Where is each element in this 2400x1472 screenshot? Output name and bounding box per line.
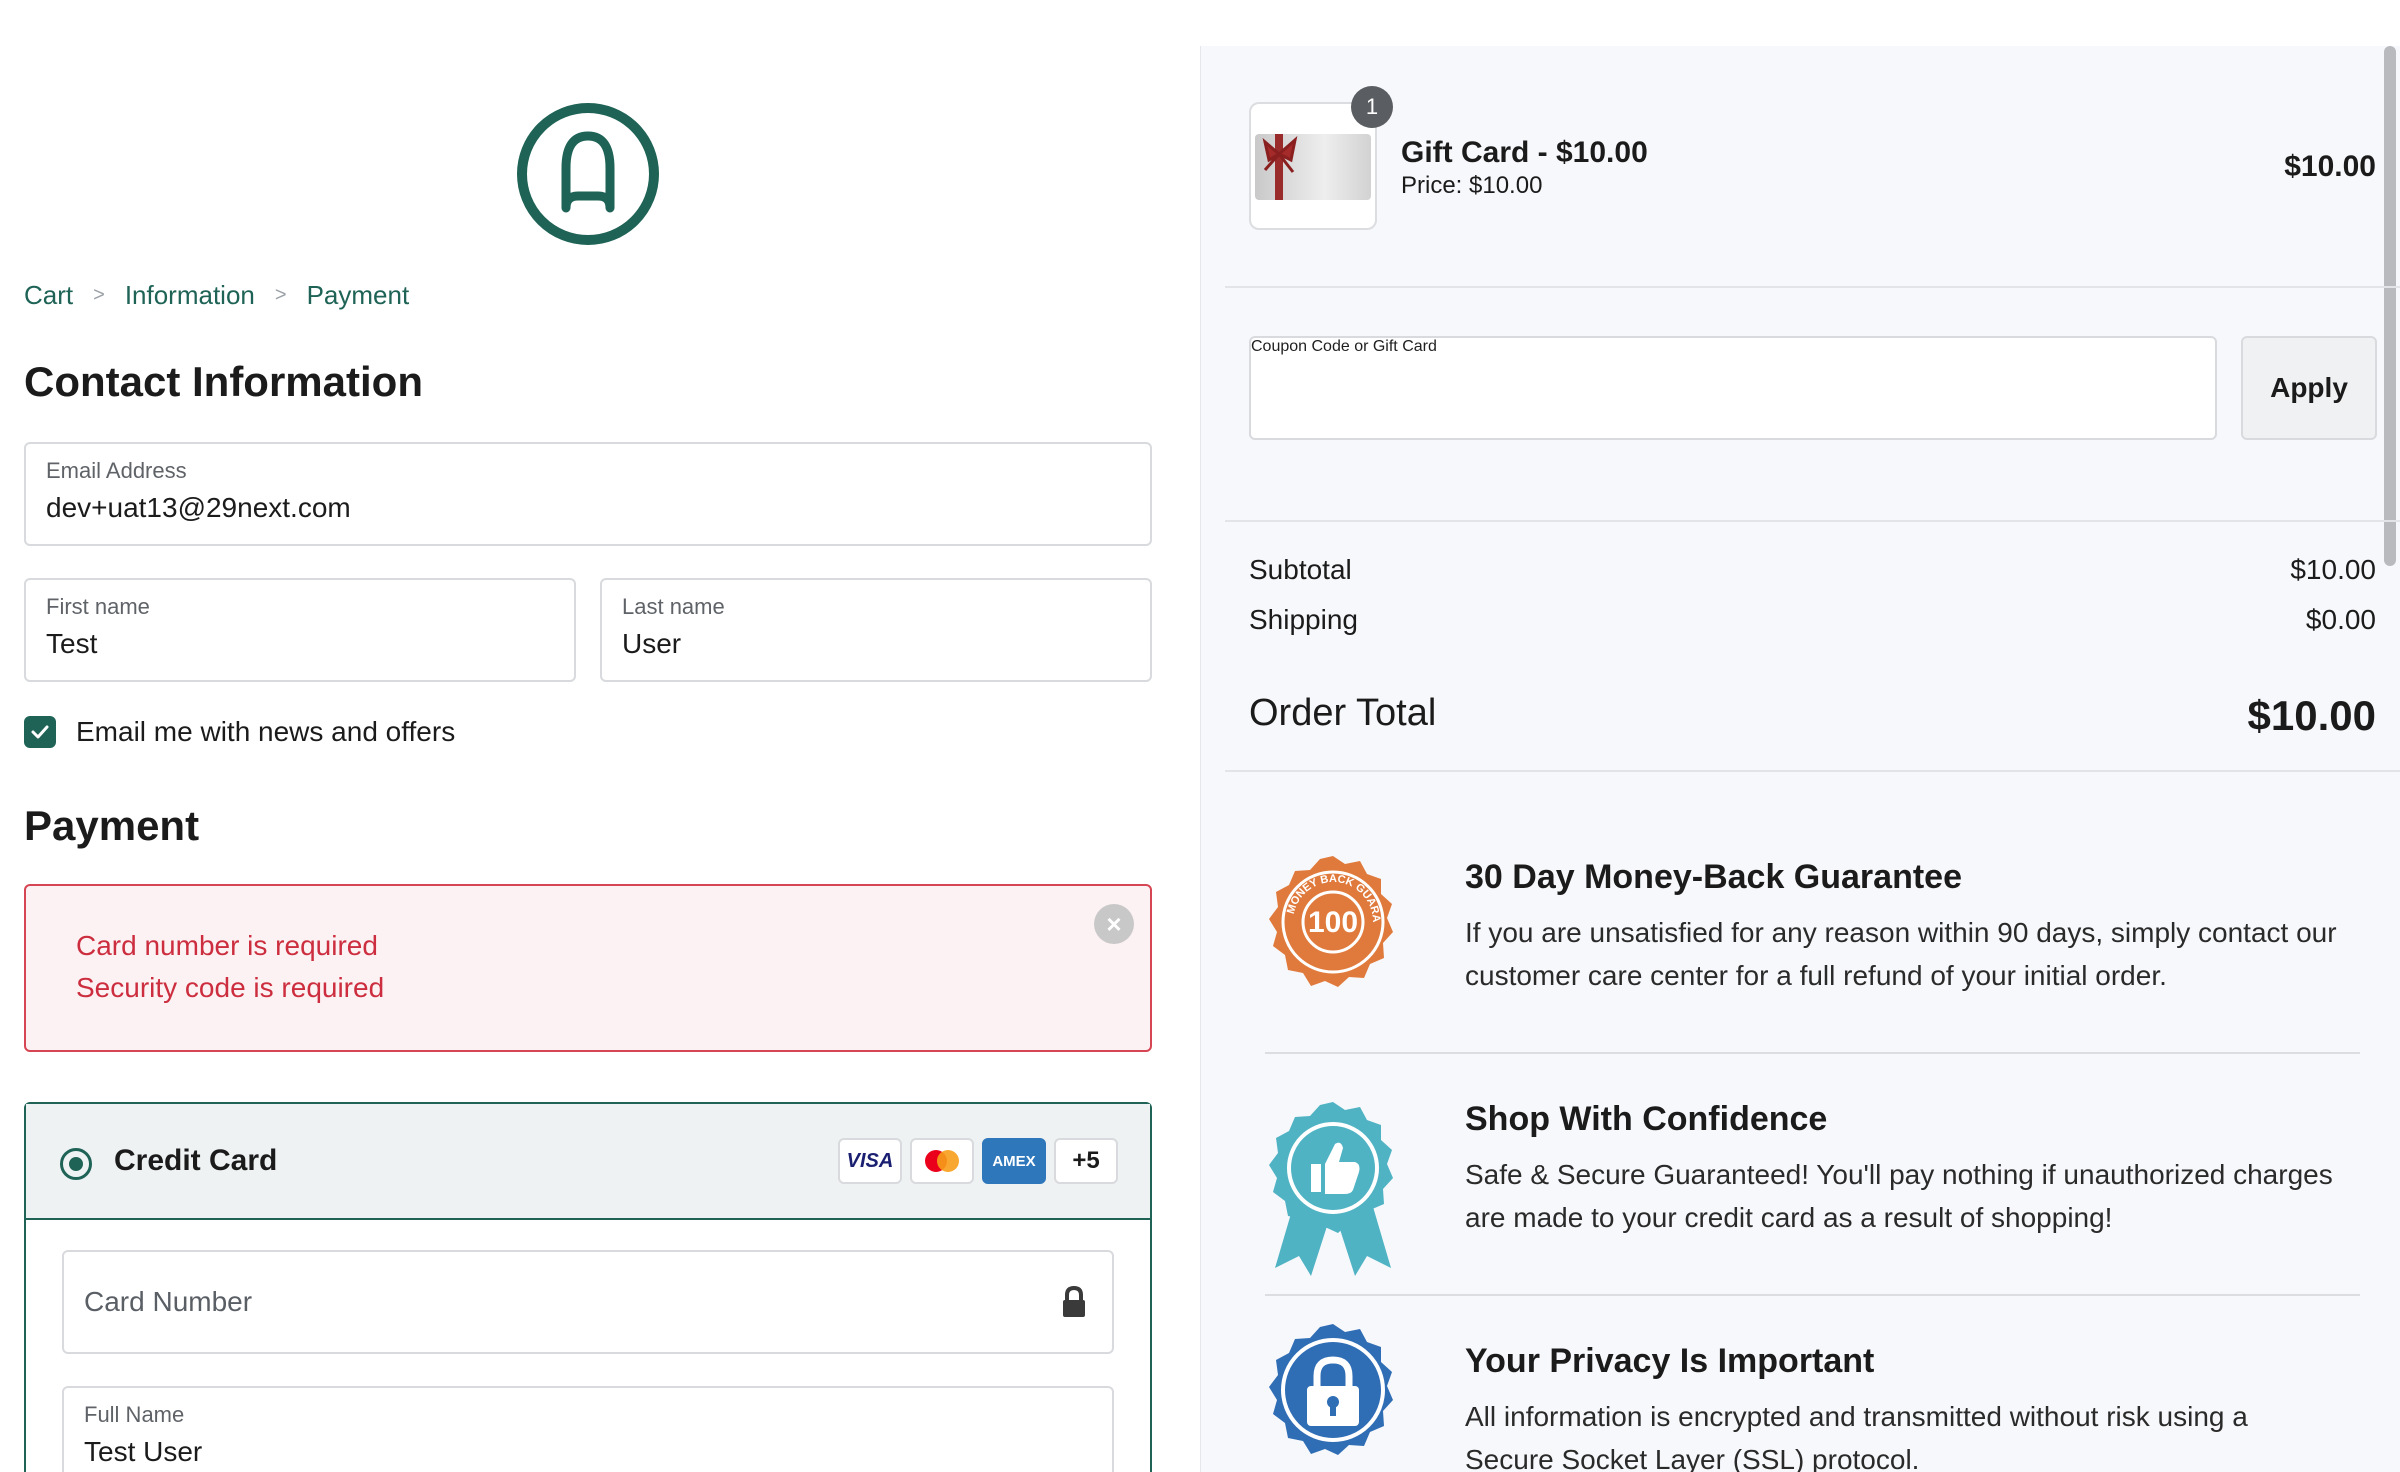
divider <box>1265 1052 2360 1054</box>
breadcrumb-payment[interactable]: Payment <box>307 280 410 311</box>
divider <box>1265 1294 2360 1296</box>
guarantee-description: If you are unsatisfied for any reason wi… <box>1465 917 2337 991</box>
first-name-label: First name <box>46 594 150 619</box>
divider <box>1225 520 2400 522</box>
first-name-value[interactable]: Test <box>46 628 97 660</box>
product-name: Gift Card - $10.00 <box>1401 136 1648 169</box>
guarantee-description: Safe & Secure Guaranteed! You'll pay not… <box>1465 1159 2333 1233</box>
last-name-field[interactable]: Last name User <box>600 578 1152 682</box>
padlock-seal-icon <box>1269 1324 1393 1455</box>
credit-card-label: Credit Card <box>114 1144 278 1177</box>
newsletter-checkbox[interactable]: Email me with news and offers <box>24 716 455 748</box>
order-total-label: Order Total <box>1249 692 1437 734</box>
guarantee-description: All information is encrypted and transmi… <box>1465 1401 2248 1472</box>
checkbox-checked-icon[interactable] <box>24 716 56 748</box>
order-total-row: Order Total $10.00 <box>1249 692 2376 740</box>
order-total-value: $10.00 <box>2247 692 2376 739</box>
breadcrumb-separator: > <box>274 284 287 306</box>
first-name-field[interactable]: First name Test <box>24 578 576 682</box>
full-name-label: Full Name <box>84 1402 185 1427</box>
coupon-input[interactable]: Coupon Code or Gift Card <box>1249 336 2217 440</box>
apply-button[interactable]: Apply <box>2241 336 2377 440</box>
email-label: Email Address <box>46 458 187 483</box>
breadcrumb-cart[interactable]: Cart <box>24 280 73 311</box>
shipping-label: Shipping <box>1249 604 1358 635</box>
full-name-field[interactable]: Full Name Test User <box>62 1386 1114 1472</box>
brand-logo <box>517 103 659 245</box>
breadcrumb-information[interactable]: Information <box>125 280 255 311</box>
email-field[interactable]: Email Address dev+uat13@29next.com <box>24 442 1152 546</box>
divider <box>1225 286 2400 288</box>
shipping-value: $0.00 <box>2305 604 2376 635</box>
shipping-row: Shipping $0.00 <box>1249 604 2376 636</box>
subtotal-row: Subtotal $10.00 <box>1249 554 2376 586</box>
newsletter-label: Email me with news and offers <box>76 716 456 747</box>
checkout-form-column: Cart > Information > Payment Contact Inf… <box>0 0 1200 1472</box>
full-name-value[interactable]: Test User <box>84 1436 202 1468</box>
product-unit-price: Price: $10.00 <box>1401 172 1543 199</box>
money-back-seal-icon: 100 MONEY BACK GUARANTEED <box>1265 854 1393 987</box>
card-brand-list: VISA AMEX +5 <box>838 1138 1118 1184</box>
quantity-badge: 1 <box>1351 86 1393 128</box>
close-icon[interactable]: × <box>1094 904 1134 944</box>
email-value[interactable]: dev+uat13@29next.com <box>46 492 351 524</box>
amex-logo-icon: AMEX <box>982 1138 1046 1184</box>
credit-card-radio[interactable] <box>60 1148 92 1180</box>
scrollbar[interactable] <box>2384 46 2396 566</box>
mastercard-logo-icon <box>910 1138 974 1184</box>
subtotal-value: $10.00 <box>2290 554 2376 585</box>
visa-logo-icon: VISA <box>838 1138 902 1184</box>
credit-card-panel: Credit Card VISA AMEX +5 Card Number Ful… <box>24 1102 1152 1472</box>
product-line-total: $10.00 <box>2284 150 2376 183</box>
thumbs-up-ribbon-icon <box>1269 1102 1393 1276</box>
contact-title: Contact Information <box>24 358 423 405</box>
divider <box>1225 770 2400 772</box>
payment-title: Payment <box>24 802 200 849</box>
card-number-placeholder: Card Number <box>84 1286 253 1317</box>
guarantee-title: Shop With Confidence <box>1465 1100 1828 1138</box>
coupon-placeholder: Coupon Code or Gift Card <box>1251 338 1437 355</box>
guarantee-confidence: Shop With Confidence Safe & Secure Guara… <box>1465 1100 2340 1239</box>
guarantee-privacy: Your Privacy Is Important All informatio… <box>1465 1342 2340 1472</box>
subtotal-label: Subtotal <box>1249 554 1352 585</box>
last-name-label: Last name <box>622 594 725 619</box>
credit-card-option[interactable]: Credit Card VISA AMEX +5 <box>26 1104 1150 1220</box>
last-name-value[interactable]: User <box>622 628 681 660</box>
checkout-page: Cart > Information > Payment Contact Inf… <box>0 0 2400 1472</box>
guarantee-title: Your Privacy Is Important <box>1465 1342 1875 1380</box>
gift-card-image-icon <box>1255 134 1371 200</box>
guarantee-title: 30 Day Money-Back Guarantee <box>1465 858 1962 896</box>
seal-number: 100 <box>1308 906 1358 939</box>
breadcrumb: Cart > Information > Payment <box>24 280 409 311</box>
error-card-number: Card number is required <box>76 930 378 961</box>
payment-error-alert: Card number is required Security code is… <box>24 884 1152 1052</box>
lock-icon <box>1063 1285 1085 1317</box>
breadcrumb-separator: > <box>93 284 105 306</box>
more-brands-count: +5 <box>1054 1138 1118 1184</box>
order-summary-column: 1 Gift Card - $10.00 Price: $10.00 $10.0… <box>1200 46 2400 1472</box>
guarantee-money-back: 30 Day Money-Back Guarantee If you are u… <box>1465 858 2340 997</box>
error-security-code: Security code is required <box>76 972 385 1003</box>
card-number-input[interactable]: Card Number <box>62 1250 1114 1354</box>
